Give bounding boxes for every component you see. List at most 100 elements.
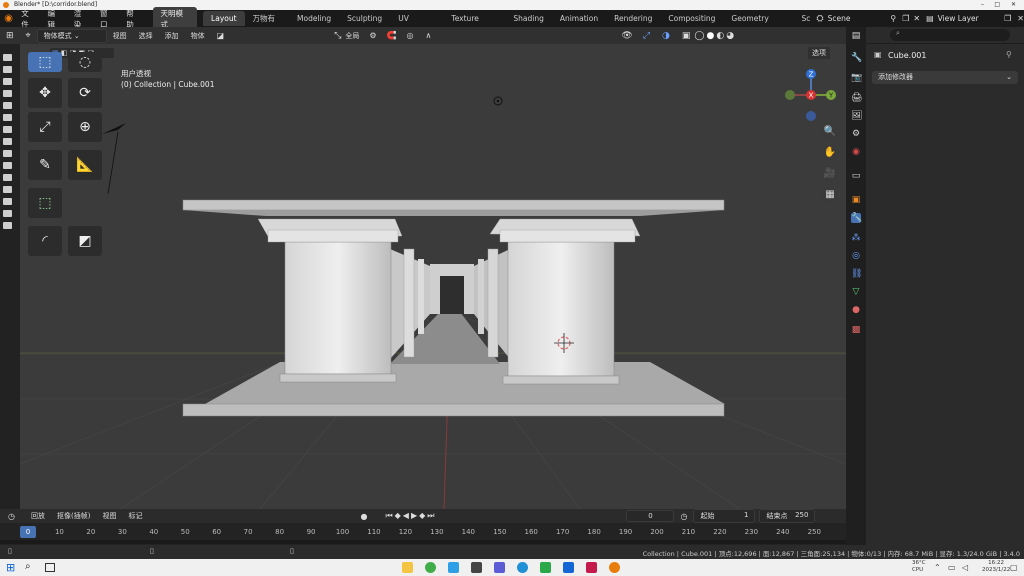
app5-icon[interactable]	[494, 562, 505, 573]
minimize-icon[interactable]: –	[981, 0, 984, 10]
tab-sculpting[interactable]: Sculpting	[339, 11, 390, 26]
camera-visibility-icon[interactable]	[3, 114, 12, 121]
solid-shading-icon[interactable]: ●	[706, 31, 714, 41]
view-layer-tab-icon[interactable]: 🖼	[851, 111, 862, 121]
render-tab-icon[interactable]: 📷	[851, 73, 862, 83]
tab-uv-editing[interactable]: UV Editing	[390, 11, 443, 38]
tab-geometry-nodes[interactable]: Geometry Nodes	[723, 11, 799, 38]
jump-end-icon[interactable]: ⏭	[427, 511, 436, 520]
camera-visibility-icon[interactable]	[3, 150, 12, 157]
tab-shading[interactable]: Shading	[505, 11, 551, 26]
snap-icon[interactable]: 🧲	[387, 31, 397, 40]
record-icon[interactable]: ●	[360, 512, 367, 521]
blender-menu-icon[interactable]: ◉	[2, 12, 15, 26]
tab-wanwu[interactable]: 万物有灵	[245, 11, 290, 38]
material-shading-icon[interactable]: ◐	[716, 31, 724, 41]
windows-start-icon[interactable]: ⊞	[6, 561, 15, 574]
app7-icon[interactable]	[540, 562, 551, 573]
gizmo-neg-z[interactable]	[806, 111, 816, 121]
ortho-grid-icon[interactable]: ▦	[822, 187, 838, 203]
timeline-scrollbar[interactable]	[0, 540, 846, 544]
editor-type-props-icon[interactable]: ▤	[851, 31, 861, 41]
menu-view[interactable]: 视图	[107, 31, 133, 41]
transform-orientation[interactable]: 全局	[341, 31, 363, 41]
pin-icon[interactable]: ⚲	[890, 14, 896, 23]
add-modifier-button[interactable]: 添加修改器 ⌄	[872, 71, 1018, 84]
file-explorer-icon[interactable]	[402, 562, 413, 573]
transform-tool[interactable]: ⊕	[68, 112, 102, 142]
measure-tool[interactable]: 📐	[68, 150, 102, 180]
rendered-shading-icon[interactable]: ◕	[726, 31, 734, 41]
tab-rendering[interactable]: Rendering	[606, 11, 660, 26]
tab-texture-paint[interactable]: Texture Paint	[443, 11, 505, 38]
clock[interactable]: 16:22 2023/1/22	[982, 560, 1010, 574]
tray-chevron-icon[interactable]: ⌃	[934, 563, 941, 572]
tool-tab-icon[interactable]: 🔧	[851, 53, 862, 63]
app3-icon[interactable]	[448, 562, 459, 573]
menu-add[interactable]: 添加	[159, 31, 185, 41]
clock-icon[interactable]: ◷	[680, 512, 687, 521]
data-tab-icon[interactable]: ▽	[851, 287, 861, 297]
rotate-tool[interactable]: ⟳	[68, 78, 102, 108]
delete-view-layer-icon[interactable]: ✕	[1017, 14, 1024, 23]
mode-dropdown[interactable]: 物体模式 ⌄	[36, 28, 107, 43]
playback-controls[interactable]: ⏮◆◀▶◆⏭	[385, 511, 436, 521]
app4-icon[interactable]	[471, 562, 482, 573]
edge-icon[interactable]	[517, 562, 528, 573]
proportional-icon[interactable]: ◎	[407, 31, 414, 40]
timeline-editor-icon[interactable]: ◷	[8, 512, 15, 521]
output-tab-icon[interactable]: 🖨	[851, 93, 862, 103]
tab-modeling[interactable]: Modeling	[289, 11, 339, 26]
play-icon[interactable]: ▶	[411, 511, 419, 520]
world-tab-icon[interactable]: ◉	[851, 147, 861, 157]
bevel-tool[interactable]: ◩	[68, 226, 102, 256]
camera-view-icon[interactable]: 🎥	[822, 166, 838, 182]
gizmo-neg-y[interactable]	[785, 90, 795, 100]
physics-tab-icon[interactable]: ◎	[851, 251, 861, 261]
pan-hand-icon[interactable]: ✋	[822, 145, 838, 161]
camera-visibility-icon[interactable]	[3, 90, 12, 97]
cursor-tool[interactable]: ◌	[68, 52, 102, 72]
network-icon[interactable]: ▭	[948, 563, 956, 572]
camera-visibility-icon[interactable]	[3, 198, 12, 205]
options-button[interactable]: 选项	[808, 47, 830, 59]
scene-tab-icon[interactable]: ⚙	[851, 129, 861, 139]
timeline-view[interactable]: 视图	[96, 511, 122, 521]
camera-visibility-icon[interactable]	[3, 210, 12, 217]
taskbar-search-icon[interactable]: ⌕	[25, 561, 31, 572]
gpencil-icon[interactable]: ◪	[217, 31, 225, 40]
camera-visibility-icon[interactable]	[3, 102, 12, 109]
cursor-tool-icon[interactable]: ⌖	[26, 31, 31, 41]
xray-icon[interactable]: ▣	[682, 31, 691, 41]
jump-start-icon[interactable]: ⏮	[385, 511, 394, 520]
scale-tool[interactable]: ⤢	[28, 112, 62, 142]
tab-layout[interactable]: Layout	[203, 11, 245, 26]
editor-type-icon[interactable]: ⊞	[6, 31, 14, 41]
camera-visibility-icon[interactable]	[3, 222, 12, 229]
modifier-tab-icon[interactable]: 🔧	[851, 213, 862, 223]
menu-select[interactable]: 选择	[133, 31, 159, 41]
camera-visibility-icon[interactable]	[3, 66, 12, 73]
camera-visibility-icon[interactable]	[3, 138, 12, 145]
new-scene-icon[interactable]: ❐	[902, 14, 909, 23]
menu-object[interactable]: 物体	[185, 31, 211, 41]
tab-scripting[interactable]: Sc	[800, 11, 813, 26]
props-pin-icon[interactable]: ⚲	[1006, 50, 1012, 59]
select-box-tool[interactable]: ⬚	[28, 52, 62, 72]
notification-icon[interactable]: ▢	[1010, 563, 1018, 572]
current-frame-field[interactable]: 0	[626, 510, 675, 522]
add-cube-tool[interactable]: ⬚	[28, 188, 62, 218]
tab-compositing[interactable]: Compositing	[660, 11, 723, 26]
props-search[interactable]: ⌕	[890, 29, 1010, 41]
view-layer-name[interactable]: View Layer	[938, 14, 1005, 23]
collection-tab-icon[interactable]: ▭	[851, 171, 861, 181]
timeline-playback[interactable]: 回放	[25, 511, 51, 521]
scene-name[interactable]: Scene	[828, 14, 891, 23]
visibility-icon[interactable]: 👁	[621, 31, 632, 41]
app8-icon[interactable]	[563, 562, 574, 573]
start-frame-field[interactable]: 起始 1	[693, 509, 756, 523]
camera-visibility-icon[interactable]	[3, 54, 12, 61]
gizmo-toggle-icon[interactable]: ⤢	[643, 31, 650, 41]
falloff-icon[interactable]: ∧	[426, 31, 432, 40]
zoom-icon[interactable]: 🔍	[822, 124, 838, 140]
